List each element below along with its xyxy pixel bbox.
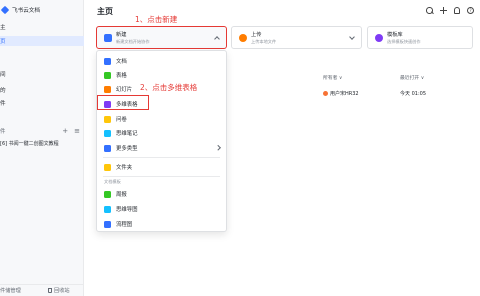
template-library-button[interactable]: 模板库 选择模板快速创作 xyxy=(367,26,473,49)
folder-icon xyxy=(104,163,111,171)
top-toolbar: ? xyxy=(426,7,474,14)
upload-card-title: 上传 xyxy=(251,32,262,38)
trash-link[interactable]: 回收站 xyxy=(48,287,70,294)
sidebar-item-shortcut[interactable]: [6] 书阅一键二创图文教程 xyxy=(0,138,84,148)
upload-button[interactable]: 上传 上传本地文件 xyxy=(231,26,362,49)
menu-item-label: 表格 xyxy=(116,73,127,79)
app-name: 飞书云文档 xyxy=(12,8,40,14)
menu-item-label: 周报 xyxy=(116,192,127,198)
column-owner[interactable]: 所有者 ∨ xyxy=(323,74,342,81)
mindnote-icon xyxy=(104,129,111,137)
sidebar-item-label: 主 xyxy=(0,25,6,31)
mindmap-icon xyxy=(104,205,111,213)
chevron-up-icon xyxy=(214,36,220,42)
sidebar-item-label: 页 xyxy=(0,39,6,45)
sidebar-item-label: 间 xyxy=(0,72,6,78)
search-icon[interactable] xyxy=(426,7,433,14)
template-card-title: 模板库 xyxy=(387,32,403,38)
app-logo[interactable]: 飞书云文档 xyxy=(0,5,40,15)
trash-icon xyxy=(48,288,52,293)
new-button[interactable]: 新建 新建文档开始协作 xyxy=(96,26,227,49)
more-icon xyxy=(104,144,111,152)
template-card-subtitle: 选择模板快速创作 xyxy=(387,39,421,44)
sidebar-section-label: 件 xyxy=(0,129,6,135)
annotation-step1: 1、点击新建 xyxy=(135,15,178,24)
sidebar-footer: 件储管理 回收站 xyxy=(0,284,84,296)
sidebar-item-home[interactable]: 页 xyxy=(0,36,84,46)
add-icon[interactable] xyxy=(440,7,447,14)
sidebar-item-label: 的 xyxy=(0,88,6,94)
menu-template-weekly[interactable]: 周报 xyxy=(97,187,226,201)
sidebar-item-mine[interactable]: 的 xyxy=(0,85,84,95)
sheet-icon xyxy=(104,71,111,79)
new-dropdown-menu: 文档 表格 幻灯片 多维表格 问卷 思维笔记 更多类型 文件夹 文档模板 周报 … xyxy=(96,50,227,232)
slides-icon xyxy=(104,85,111,93)
notification-icon[interactable] xyxy=(454,7,460,14)
sort-icon[interactable]: ≡ xyxy=(74,126,80,136)
menu-item-label: 幻灯片 xyxy=(116,87,133,93)
chevron-down-icon xyxy=(349,34,355,40)
menu-template-flowchart[interactable]: 流程图 xyxy=(97,217,226,231)
highlight-box xyxy=(97,95,149,110)
menu-item-form[interactable]: 问卷 xyxy=(97,112,226,126)
menu-template-mindmap[interactable]: 思维导图 xyxy=(97,202,226,216)
avatar xyxy=(323,91,328,96)
chevron-right-icon xyxy=(214,145,220,151)
sidebar-item-label: 件 xyxy=(0,101,6,107)
menu-divider xyxy=(103,157,220,158)
menu-item-doc[interactable]: 文档 xyxy=(97,54,226,68)
shortcut-label: [6] 书阅一键二创图文教程 xyxy=(0,140,59,147)
owner-name: 用户宋HR32 xyxy=(330,91,359,97)
upload-cloud-icon xyxy=(239,34,247,42)
sidebar-item-home-group[interactable]: 主 xyxy=(0,22,84,32)
sidebar-item-space[interactable]: 间 xyxy=(0,69,84,79)
sidebar: 飞书云文档 主 页 间 的 件 件 + ≡ [6] 书阅一键二创图文教程 件储管… xyxy=(0,0,84,296)
form-icon xyxy=(104,115,111,123)
menu-item-label: 文档 xyxy=(116,59,127,65)
doc-icon xyxy=(104,57,111,65)
menu-item-label: 思维笔记 xyxy=(116,131,138,137)
sidebar-shortcuts-header: 件 + ≡ xyxy=(0,126,84,136)
menu-item-label: 思维导图 xyxy=(116,207,138,213)
sidebar-item-shared[interactable] xyxy=(0,110,84,120)
storage-management-link[interactable]: 件储管理 xyxy=(0,287,21,294)
new-card-subtitle: 新建文档开始协作 xyxy=(116,39,150,44)
flow-icon xyxy=(104,220,111,228)
row-time: 今天 01:05 xyxy=(400,91,426,97)
weekly-icon xyxy=(104,190,111,198)
app-window: 飞书云文档 主 页 间 的 件 件 + ≡ [6] 书阅一键二创图文教程 件储管… xyxy=(0,0,480,296)
trash-label: 回收站 xyxy=(54,288,70,294)
sidebar-item-files[interactable]: 件 xyxy=(0,98,84,108)
add-shortcut-icon[interactable]: + xyxy=(62,126,68,136)
menu-item-label: 文件夹 xyxy=(116,165,133,171)
sidebar-item-docs[interactable] xyxy=(0,57,84,67)
menu-divider xyxy=(103,176,220,177)
row-owner: 用户宋HR32 xyxy=(323,90,359,102)
menu-item-folder[interactable]: 文件夹 xyxy=(97,160,226,174)
menu-item-label: 流程图 xyxy=(116,222,133,228)
new-doc-icon xyxy=(104,34,112,42)
column-last-opened[interactable]: 最近打开 ∨ xyxy=(400,74,424,81)
page-title: 主页 xyxy=(97,7,113,16)
menu-item-label: 问卷 xyxy=(116,117,127,123)
menu-item-more-types[interactable]: 更多类型 xyxy=(97,141,226,155)
template-section-title: 文档模板 xyxy=(104,179,121,184)
new-card-title: 新建 xyxy=(116,32,127,38)
upload-card-subtitle: 上传本地文件 xyxy=(251,39,277,44)
help-icon[interactable]: ? xyxy=(467,7,474,14)
feishu-logo-icon xyxy=(0,5,10,15)
template-icon xyxy=(375,34,383,42)
annotation-step2: 2、点击多维表格 xyxy=(140,83,198,92)
menu-item-mindnote[interactable]: 思维笔记 xyxy=(97,126,226,140)
menu-item-label: 更多类型 xyxy=(116,146,138,152)
menu-item-sheet[interactable]: 表格 xyxy=(97,68,226,82)
